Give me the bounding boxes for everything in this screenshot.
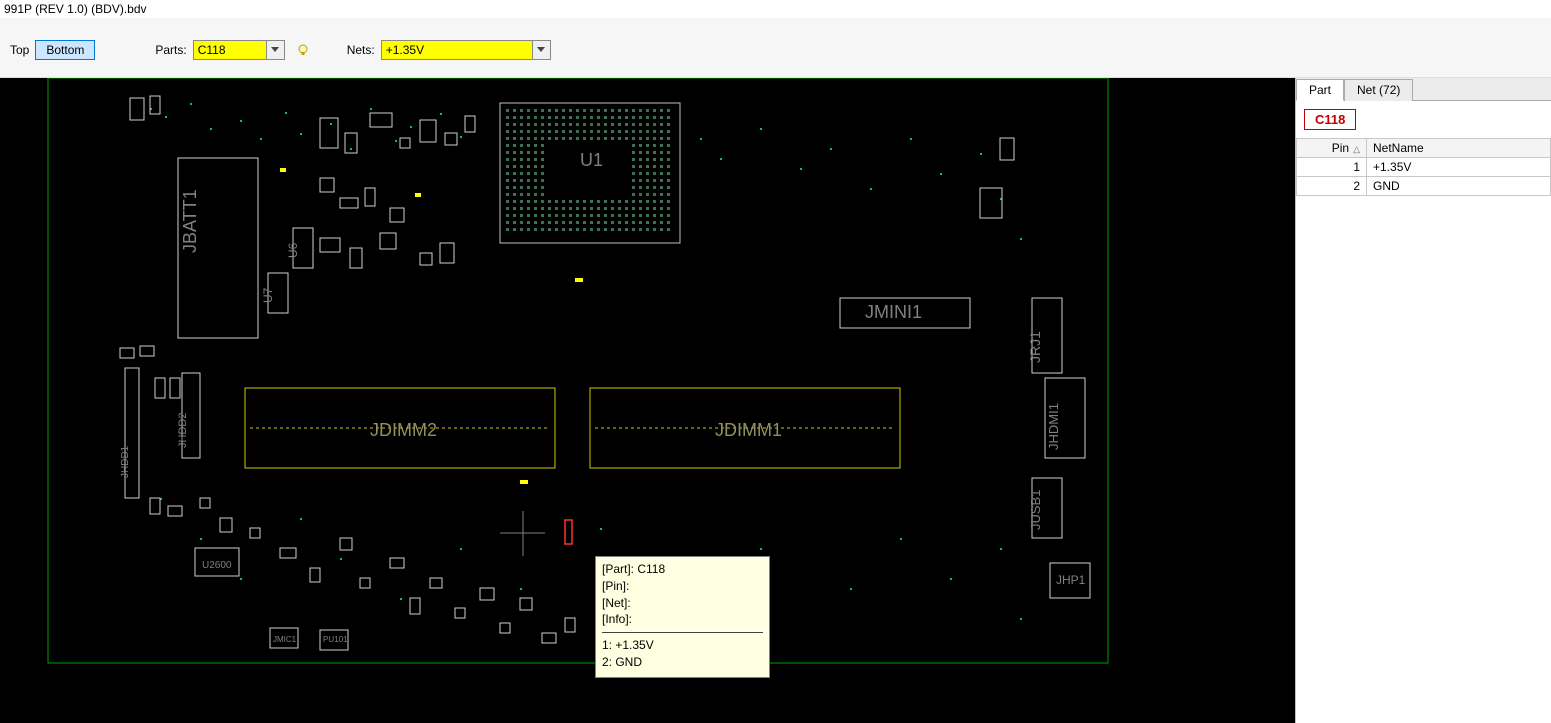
tooltip-pin2: 2: GND (602, 654, 763, 671)
label-U7: U7 (261, 287, 275, 303)
main-area: U1 JBATT1 U6 U7 JMINI1 JRJ1 JHDMI1 JUSB1… (0, 78, 1551, 723)
label-JRJ1: JRJ1 (1027, 331, 1043, 363)
tooltip-pin1: 1: +1.35V (602, 637, 763, 654)
label-JHP1: JHP1 (1056, 573, 1086, 587)
label-PU101: PU101 (323, 635, 348, 644)
bottom-button[interactable]: Bottom (35, 40, 95, 60)
window-title: 991P (REV 1.0) (BDV).bdv (0, 0, 1551, 18)
side-body: C118 Pin△ NetName 1+1.35V2GND (1296, 101, 1551, 723)
tab-net[interactable]: Net (72) (1344, 79, 1413, 101)
tooltip-part-value: C118 (637, 562, 665, 576)
label-U2600: U2600 (202, 560, 232, 571)
part-tooltip: [Part]: C118 [Pin]: [Net]: [Info]: 1: +1… (595, 556, 770, 678)
tooltip-pin-label: [Pin]: (602, 579, 629, 593)
parts-combo[interactable] (193, 40, 285, 60)
nets-input[interactable] (382, 41, 532, 59)
label-JMIC1: JMIC1 (273, 635, 297, 644)
toolbar: Top Bottom Parts: Nets: (0, 18, 1551, 78)
chevron-down-icon[interactable] (266, 41, 284, 59)
top-label: Top (10, 43, 29, 57)
label-U6: U6 (286, 242, 300, 258)
cell-netname: +1.35V (1367, 158, 1551, 177)
tooltip-net-label: [Net]: (602, 596, 631, 610)
chevron-down-icon[interactable] (532, 41, 550, 59)
pin-table: Pin△ NetName 1+1.35V2GND (1296, 138, 1551, 196)
label-JDIMM2: JDIMM2 (370, 420, 437, 440)
label-JHDMI1: JHDMI1 (1046, 403, 1061, 450)
side-tabs: Part Net (72) (1296, 78, 1551, 101)
label-JMINI1: JMINI1 (865, 302, 922, 322)
label-U1: U1 (580, 150, 603, 170)
side-panel: Part Net (72) C118 Pin△ NetName 1+1.35V2… (1295, 78, 1551, 723)
table-row[interactable]: 1+1.35V (1297, 158, 1551, 177)
lightbulb-icon[interactable] (295, 42, 311, 58)
parts-input[interactable] (194, 41, 266, 59)
cell-pin: 1 (1297, 158, 1367, 177)
label-JDIMM1: JDIMM1 (715, 420, 782, 440)
cell-netname: GND (1367, 177, 1551, 196)
nets-combo[interactable] (381, 40, 551, 60)
pcb-canvas[interactable]: U1 JBATT1 U6 U7 JMINI1 JRJ1 JHDMI1 JUSB1… (0, 78, 1295, 723)
nets-label: Nets: (347, 43, 375, 57)
label-JUSB1: JUSB1 (1028, 490, 1043, 530)
label-JBATT1: JBATT1 (180, 189, 200, 253)
selected-part-name: C118 (1304, 109, 1356, 130)
label-JHDD2: JHDD2 (177, 413, 189, 448)
cell-pin: 2 (1297, 177, 1367, 196)
label-JHDD1: JHDD1 (120, 445, 131, 478)
tooltip-part-label: [Part]: (602, 562, 634, 576)
tab-part[interactable]: Part (1296, 79, 1344, 101)
tooltip-info-label: [Info]: (602, 612, 632, 626)
table-row[interactable]: 2GND (1297, 177, 1551, 196)
parts-label: Parts: (155, 43, 186, 57)
sort-asc-icon: △ (1353, 144, 1360, 154)
col-pin[interactable]: Pin△ (1297, 139, 1367, 158)
col-netname[interactable]: NetName (1367, 139, 1551, 158)
